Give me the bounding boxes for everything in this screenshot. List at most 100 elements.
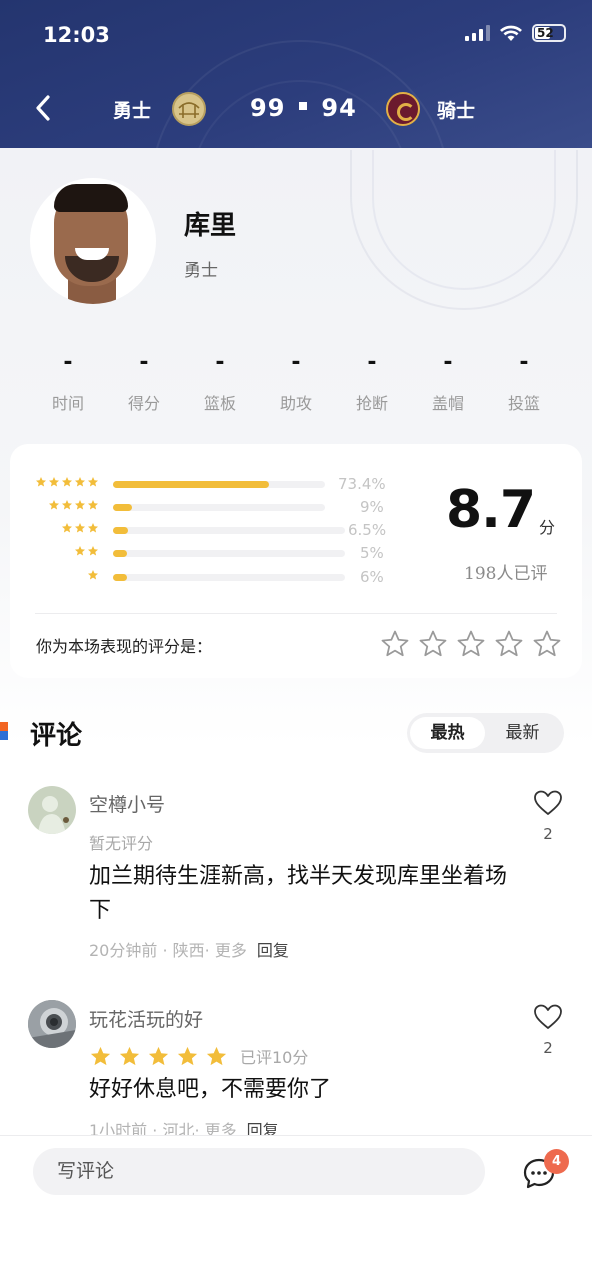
star-icon: [75, 523, 85, 533]
away-team-name[interactable]: 骑士: [437, 96, 475, 123]
star-icon: [148, 1046, 169, 1065]
player-avatar: [30, 178, 156, 304]
comment-username[interactable]: 玩花活玩的好: [89, 1005, 203, 1032]
stat-assists: - 助攻: [260, 350, 332, 414]
stat-value: -: [215, 350, 225, 375]
comment-time: 20分钟前: [89, 941, 158, 960]
distribution-stars: [87, 569, 99, 581]
home-score: 99: [250, 94, 286, 122]
away-score: 94: [321, 94, 357, 122]
distribution-bar-fill: [113, 527, 129, 534]
stat-label: 助攻: [279, 394, 312, 413]
heart-icon[interactable]: [533, 789, 563, 817]
stat-label: 篮板: [203, 394, 236, 413]
game-score: 99 94: [250, 94, 357, 122]
comment-body[interactable]: 好好休息吧，不需要你了: [89, 1073, 509, 1107]
star-icon: [62, 500, 72, 510]
comment-star-rating: 已评10分: [89, 1044, 308, 1068]
star-icon: [177, 1046, 198, 1065]
battery-icon: 52: [532, 24, 566, 42]
your-rating-prompt: 你为本场表现的评分是：: [36, 637, 213, 656]
distribution-row: 6%: [10, 568, 410, 588]
warriors-logo[interactable]: [172, 92, 206, 126]
stat-label: 投篮: [507, 394, 540, 413]
write-comment-input[interactable]: 写评论: [33, 1148, 485, 1195]
star-outline-icon[interactable]: [418, 629, 448, 659]
star-icon: [36, 477, 46, 487]
comment-body[interactable]: 加兰期待生涯新高，找半天发现库里坐着场下: [89, 860, 509, 928]
star-icon: [49, 500, 59, 510]
distribution-stars: [74, 545, 99, 557]
user-rating-stars[interactable]: [380, 629, 562, 659]
like-count: 2: [543, 825, 553, 843]
stat-value: -: [139, 350, 149, 375]
star-outline-icon[interactable]: [380, 629, 410, 659]
score-unit: 分: [539, 518, 556, 537]
average-score: 8.7: [446, 480, 536, 540]
player-name: 库里: [184, 211, 237, 241]
star-icon: [90, 1046, 111, 1065]
distribution-bar-fill: [113, 550, 127, 557]
distribution-bar: [113, 504, 325, 511]
distribution-bar-fill: [113, 481, 269, 488]
comment-rating-text: 已评10分: [240, 1048, 309, 1067]
comments-title: 评论: [30, 721, 83, 751]
distribution-row: 5%: [10, 544, 410, 564]
star-outline-icon[interactable]: [456, 629, 486, 659]
stat-value: -: [291, 350, 301, 375]
distribution-percent: 5%: [360, 544, 384, 562]
distribution-bar: [113, 481, 325, 488]
distribution-stars: [35, 476, 99, 488]
user-avatar[interactable]: [28, 1000, 76, 1048]
reply-button[interactable]: 回复: [257, 941, 289, 960]
star-icon: [88, 500, 98, 510]
distribution-row: 73.4%: [10, 475, 410, 495]
star-icon: [62, 523, 72, 533]
bottom-bar: 写评论 4: [0, 1135, 592, 1280]
star-icon: [206, 1046, 227, 1065]
star-icon: [49, 477, 59, 487]
stat-rebounds: - 篮板: [184, 350, 256, 414]
comment-rating-text: 暂无评分: [89, 834, 154, 853]
stat-value: -: [519, 350, 529, 375]
user-avatar[interactable]: [28, 786, 76, 834]
home-team-name[interactable]: 勇士: [113, 96, 151, 123]
star-icon: [88, 570, 98, 580]
divider: [35, 613, 557, 614]
star-icon: [88, 477, 98, 487]
star-outline-icon[interactable]: [532, 629, 562, 659]
stat-steals: - 抢断: [336, 350, 408, 414]
player-stats: - 时间 - 得分 - 篮板 - 助攻 - 抢断 - 盖帽 - 投篮: [32, 350, 560, 414]
star-icon: [62, 477, 72, 487]
tab-hot[interactable]: 最热: [410, 717, 485, 749]
wifi-icon: [500, 25, 522, 41]
distribution-bar: [113, 574, 345, 581]
comment-more[interactable]: 更多: [215, 941, 247, 960]
chevron-left-icon[interactable]: [30, 92, 56, 124]
like-count: 2: [543, 1039, 553, 1057]
heart-icon[interactable]: [533, 1003, 563, 1031]
star-icon: [75, 500, 85, 510]
star-icon: [119, 1046, 140, 1065]
star-icon: [75, 546, 85, 556]
section-accent: [0, 722, 8, 740]
stat-value: -: [367, 350, 377, 375]
tab-latest[interactable]: 最新: [485, 717, 560, 749]
stat-label: 时间: [51, 394, 84, 413]
status-icons: 52: [465, 24, 566, 42]
stat-time: - 时间: [32, 350, 104, 414]
distribution-percent: 6.5%: [348, 521, 387, 539]
stat-label: 盖帽: [431, 394, 464, 413]
stat-value: -: [443, 350, 453, 375]
comment-meta: 20分钟前 · 陕西· 更多 回复: [89, 941, 289, 960]
distribution-bar-fill: [113, 504, 133, 511]
stat-shooting: - 投篮: [488, 350, 560, 414]
star-icon: [88, 523, 98, 533]
star-outline-icon[interactable]: [494, 629, 524, 659]
distribution-percent: 9%: [360, 498, 384, 516]
battery-level: 52: [537, 26, 554, 40]
stat-label: 得分: [127, 394, 160, 413]
comment-username[interactable]: 空樽小号: [89, 790, 165, 817]
cavaliers-logo[interactable]: [386, 92, 420, 126]
cellular-signal-icon: [465, 25, 490, 41]
